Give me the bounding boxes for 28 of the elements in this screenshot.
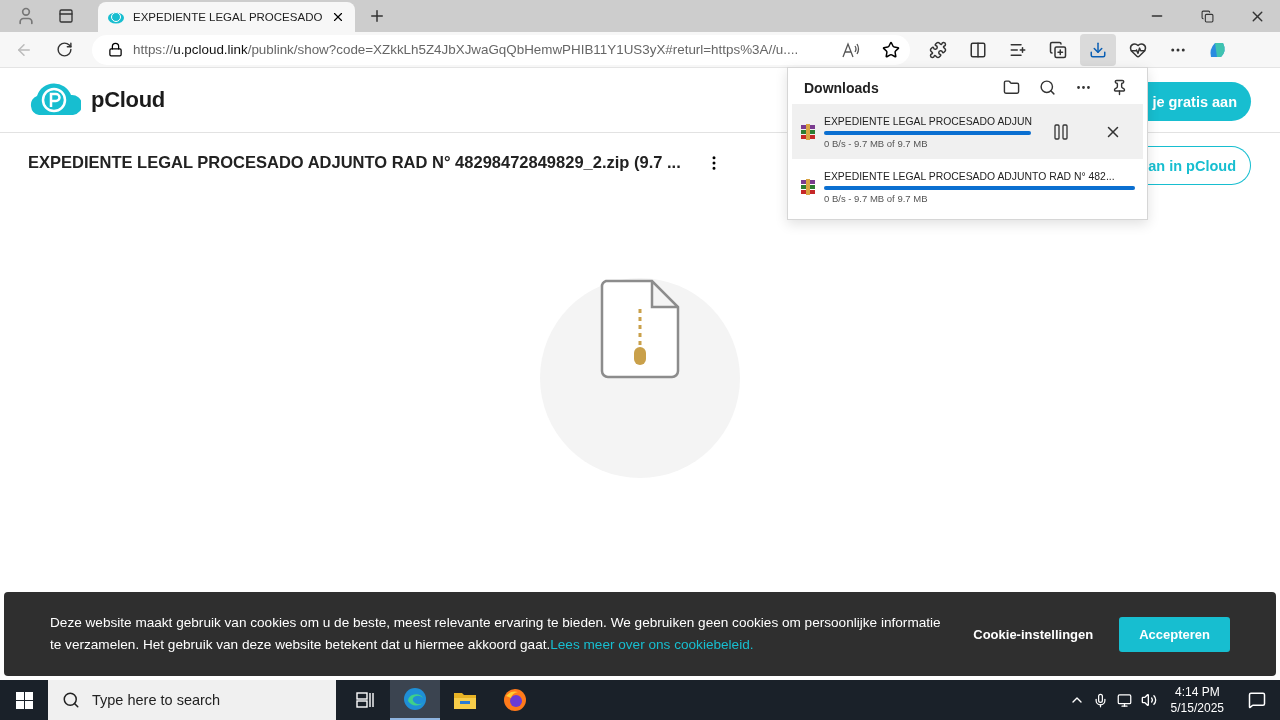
- search-icon: [62, 691, 80, 709]
- download-status: 0 B/s - 9.7 MB of 9.7 MB: [824, 137, 928, 149]
- logo-icon: [29, 83, 81, 117]
- download-item[interactable]: EXPEDIENTE LEGAL PROCESADO ADJUN 0 B/s - 9.7 MB of 9.7 MB: [792, 103, 1143, 160]
- archive-icon: [800, 123, 816, 140]
- cookie-policy-link[interactable]: Lees meer over ons cookiebeleid.: [550, 637, 754, 652]
- lock-icon: [108, 42, 123, 57]
- taskbar-search-field[interactable]: Type here to search: [48, 680, 336, 720]
- address-bar[interactable]: https://u.pcloud.link/publink/show?code=XZkkLh5Z4JbXJwaGqQbHemwPHIB11Y1US3yX#returl=https%3A//u....: [92, 34, 910, 65]
- cookie-text: Deze website maakt gebruik van cookies om u de beste, meest relevante ervaring te bieden. We gebruiken geen cookies om persoonlijke informatie te verzamelen. Het gebruik van deze website betekent dat u hiermee akkoord gaat.Lees meer over ons cookiebeleid.: [50, 614, 942, 654]
- archive-icon: [800, 179, 816, 196]
- browser-tab[interactable]: EXPEDIENTE LEGAL PROCESADO: [98, 2, 356, 32]
- cookie-settings-button[interactable]: Cookie-instellingen: [967, 620, 1100, 648]
- download-status: 0 B/s - 9.7 MB of 9.7 MB: [824, 193, 928, 205]
- tab-title: EXPEDIENTE LEGAL PROCESADO: [133, 11, 323, 23]
- time-text: 4:14 PM: [1174, 684, 1220, 700]
- downloads-icon[interactable]: [1080, 33, 1116, 66]
- favorite-icon[interactable]: [882, 40, 900, 59]
- read-aloud-icon[interactable]: [842, 41, 860, 58]
- download-name: EXPEDIENTE LEGAL PROCESADO ADJUN: [824, 114, 1033, 128]
- file-title: EXPEDIENTE LEGAL PROCESADO ADJUNTO RAD N° 48298472849829_2.zip (9.7 ...: [28, 153, 681, 172]
- clock[interactable]: 4:14 PM 5/15/2025: [1160, 684, 1234, 716]
- logo-text: pCloud: [91, 87, 165, 113]
- download-name: EXPEDIENTE LEGAL PROCESADO ADJUNTO RAD N° 482...: [824, 170, 1115, 184]
- download-item[interactable]: EXPEDIENTE LEGAL PROCESADO ADJUNTO RAD N° 482... 0 B/s - 9.7 MB of 9.7 MB: [792, 159, 1143, 215]
- date-text: 5/15/2025: [1170, 700, 1224, 716]
- edge-icon[interactable]: [390, 680, 440, 720]
- panel-title: Downloads: [804, 79, 880, 96]
